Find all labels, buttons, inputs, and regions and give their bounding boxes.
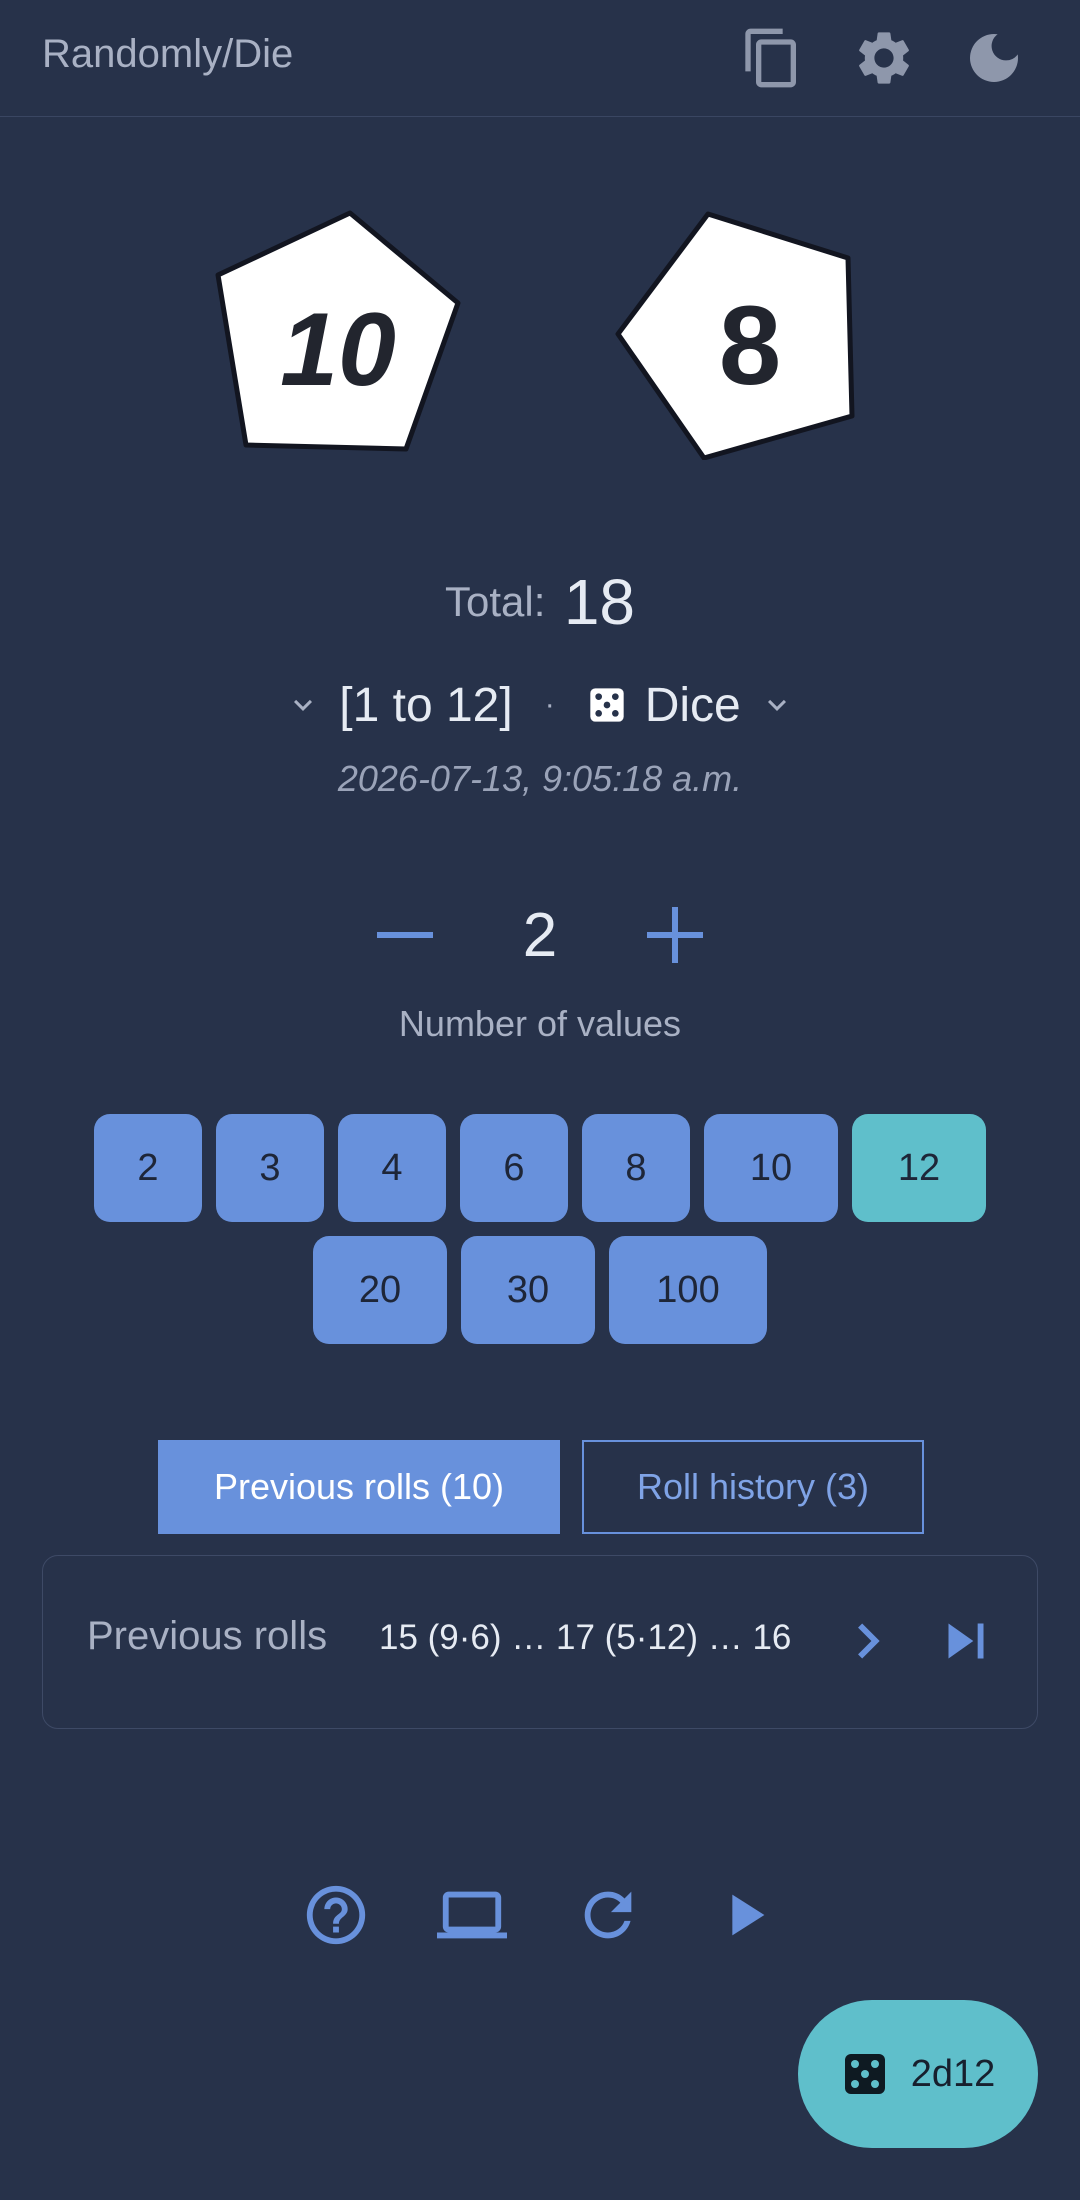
quantity-label: Number of values bbox=[398, 1003, 682, 1044]
previous-rolls-label: Previous rolls bbox=[87, 1614, 328, 1658]
previous-rolls-panel: Previous rolls 15 (9·6) … 17 (5·12) … 16… bbox=[42, 1555, 1038, 1729]
sides-option-4[interactable]: 4 bbox=[338, 1114, 446, 1222]
gear-icon[interactable] bbox=[852, 26, 916, 90]
range-selector[interactable]: [1 to 12] bbox=[339, 678, 512, 733]
skip-to-end-button[interactable] bbox=[931, 1606, 1001, 1676]
quantity-stepper: 2 bbox=[0, 890, 1080, 980]
chevron-down-icon[interactable] bbox=[285, 687, 321, 723]
total-value: 18 bbox=[563, 566, 636, 638]
decrease-button[interactable] bbox=[360, 890, 450, 980]
roll-fab-button[interactable]: 2d12 bbox=[798, 2000, 1038, 2148]
play-icon[interactable] bbox=[709, 1880, 779, 1950]
chevron-right-icon bbox=[858, 1623, 880, 1659]
roll-timestamp: 2026-07-13, 9:05:18 a.m. bbox=[337, 758, 743, 799]
die-2[interactable]: 8 bbox=[612, 208, 862, 461]
range-row: [1 to 12] · Dice bbox=[0, 668, 1080, 742]
bottom-toolbar bbox=[0, 1880, 1080, 1950]
plus-icon bbox=[647, 907, 703, 963]
sides-selector: 2 3 4 6 8 10 12 20 30 100 bbox=[80, 1114, 1000, 1344]
die-1-value: 10 bbox=[280, 292, 396, 408]
sides-option-20[interactable]: 20 bbox=[313, 1236, 447, 1344]
die-2-value: 8 bbox=[719, 283, 781, 408]
previous-rolls-list[interactable]: 15 (9·6) … 17 (5·12) … 16 ( bbox=[379, 1618, 799, 1658]
app-title: Randomly/Die bbox=[42, 32, 294, 76]
increase-button[interactable] bbox=[630, 890, 720, 980]
total-row: Total: 18 bbox=[0, 565, 1080, 639]
fab-label: 2d12 bbox=[910, 2052, 996, 2095]
sides-option-10[interactable]: 10 bbox=[704, 1114, 838, 1222]
refresh-icon[interactable] bbox=[573, 1880, 643, 1950]
tab-roll-history[interactable]: Roll history (3) bbox=[582, 1440, 924, 1534]
rolls-tabs: Previous rolls (10) Roll history (3) bbox=[0, 1440, 1080, 1534]
help-icon[interactable] bbox=[301, 1880, 371, 1950]
die-1[interactable]: 10 bbox=[212, 205, 468, 457]
laptop-icon[interactable] bbox=[437, 1880, 507, 1950]
sides-option-3[interactable]: 3 bbox=[216, 1114, 324, 1222]
sides-option-12[interactable]: 12 bbox=[852, 1114, 986, 1222]
sides-option-8[interactable]: 8 bbox=[582, 1114, 690, 1222]
total-label: Total: bbox=[444, 578, 546, 625]
type-selector[interactable]: Dice bbox=[645, 678, 741, 733]
next-button[interactable] bbox=[833, 1606, 903, 1676]
sides-option-2[interactable]: 2 bbox=[94, 1114, 202, 1222]
skip-next-icon bbox=[948, 1623, 984, 1659]
sides-option-30[interactable]: 30 bbox=[461, 1236, 595, 1344]
chevron-down-icon[interactable] bbox=[759, 687, 795, 723]
tab-previous-rolls[interactable]: Previous rolls (10) bbox=[158, 1440, 560, 1534]
quantity-value: 2 bbox=[522, 900, 558, 970]
dice-icon bbox=[590, 688, 624, 722]
top-app-bar: Randomly/Die bbox=[0, 0, 1080, 117]
dice-icon bbox=[844, 2054, 885, 2094]
separator: · bbox=[544, 688, 555, 721]
copy-icon[interactable] bbox=[740, 26, 804, 90]
sides-option-6[interactable]: 6 bbox=[460, 1114, 568, 1222]
minus-icon bbox=[377, 932, 433, 938]
moon-icon[interactable] bbox=[962, 26, 1026, 90]
sides-option-100[interactable]: 100 bbox=[609, 1236, 767, 1344]
